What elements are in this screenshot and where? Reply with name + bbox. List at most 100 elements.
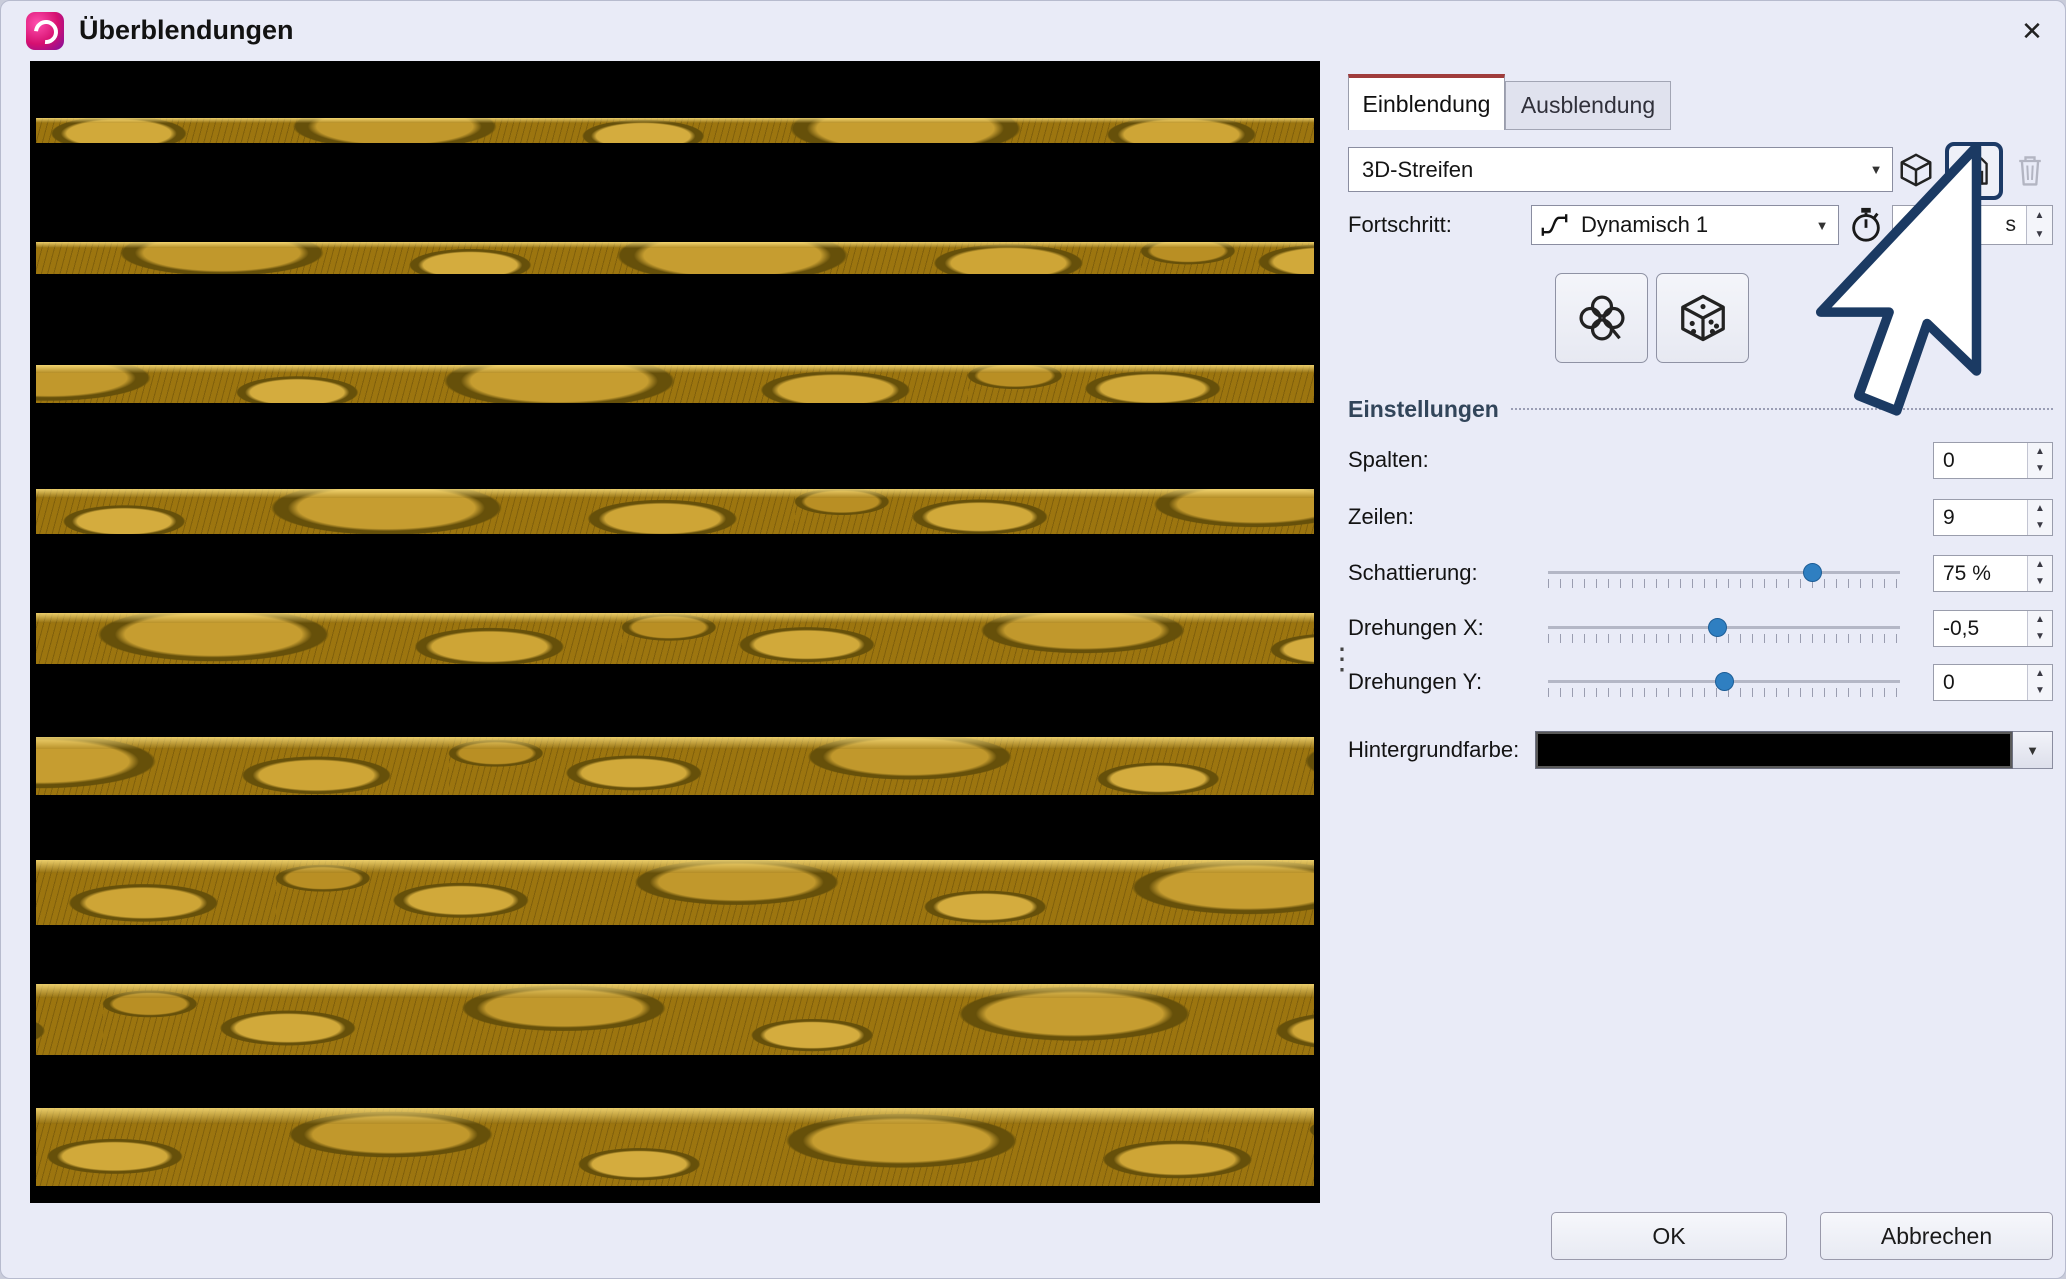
slider-handle[interactable] [1708,618,1727,637]
spin-down-button[interactable]: ▼ [2028,683,2052,701]
splitter-handle[interactable]: ⋮ [1327,649,1345,713]
close-button[interactable]: ✕ [2009,9,2055,53]
spinbox-value: 0 [1943,665,1955,700]
save-icon [1956,153,1992,189]
spinner-buttons: ▲ ▼ [2027,556,2052,591]
preview-stripe [36,365,1314,403]
spin-up-button[interactable]: ▲ [2028,665,2052,683]
preview-stripe [36,984,1314,1055]
tab-fade-out[interactable]: Ausblendung [1505,81,1671,130]
rows-spinbox[interactable]: 9 ▲ ▼ [1933,499,2053,536]
spin-down-button[interactable]: ▼ [2028,461,2052,479]
preview-stripe [36,613,1314,664]
background-color-swatch[interactable] [1535,731,2013,769]
delete-button[interactable] [2009,149,2051,191]
spin-up-button[interactable]: ▲ [2028,500,2052,518]
ok-button[interactable]: OK [1551,1212,1787,1260]
background-color-label: Hintergrundfarbe: [1348,730,1519,770]
cube-icon [1897,151,1935,189]
progress-curve-select[interactable]: Dynamisch 1 ▼ [1531,205,1839,245]
spinbox-value: -0,5 [1943,611,1979,646]
spinner-buttons: ▲ ▼ [2027,665,2052,700]
save-button[interactable] [1945,142,2003,200]
settings-row-rows: Zeilen: 9 ▲ ▼ [1348,497,2053,537]
slider-track [1548,571,1900,574]
tab-fade-in-label: Einblendung [1363,91,1491,118]
transition-preview [30,61,1320,1203]
chevron-down-icon: ▼ [2026,743,2039,758]
preview-stripe [36,860,1314,925]
preview-stripe [36,242,1314,274]
chevron-down-icon: ▼ [1860,162,1892,177]
duration-value: 1,5 [1903,206,1932,244]
window-title: Überblendungen [79,15,294,46]
transitions-dialog: Überblendungen ✕ ⋮ Einblendung Ausblendu… [0,0,2066,1279]
preview-stripe [36,489,1314,534]
background-color-picker: ▼ [1535,731,2053,769]
rotations-y-spinbox[interactable]: 0 ▲ ▼ [1933,664,2053,701]
tab-fade-in[interactable]: Einblendung [1348,74,1505,130]
preview-stripe [36,118,1314,143]
curve-icon [1541,214,1568,236]
spin-down-button[interactable]: ▼ [2028,629,2052,647]
spinner-buttons: ▲ ▼ [2027,611,2052,646]
transition-select-value: 3D-Streifen [1349,157,1860,183]
rotations-x-slider[interactable] [1548,608,1900,648]
transition-select[interactable]: 3D-Streifen ▼ [1348,147,1893,192]
spin-down-button[interactable]: ▼ [2028,518,2052,536]
spinner-buttons: ▲ ▼ [2026,206,2052,244]
slider-handle[interactable] [1803,563,1822,582]
slider-handle[interactable] [1715,672,1734,691]
settings-header-divider [1511,408,2053,410]
rotations-x-label: Drehungen X: [1348,608,1484,648]
settings-row-rotations-y: Drehungen Y: 0 ▲ ▼ [1348,662,2053,702]
settings-section-header: Einstellungen [1348,395,2053,423]
spinner-buttons: ▲ ▼ [2027,443,2052,478]
stopwatch-icon [1847,206,1885,244]
rotations-y-slider[interactable] [1548,662,1900,702]
chevron-down-icon: ▼ [1806,218,1838,233]
settings-header-label: Einstellungen [1348,396,1499,423]
spinbox-value: 75 % [1943,556,1991,591]
spin-up-button[interactable]: ▲ [2028,556,2052,574]
settings-row-rotations-x: Drehungen X: -0,5 ▲ ▼ [1348,608,2053,648]
lucky-clover-button[interactable] [1555,273,1648,363]
rotations-x-spinbox[interactable]: -0,5 ▲ ▼ [1933,610,2053,647]
settings-row-columns: Spalten: 0 ▲ ▼ [1348,440,2053,480]
shading-slider[interactable] [1548,553,1900,593]
settings-row-background-color: Hintergrundfarbe: ▼ [1348,730,2053,770]
duration-unit: s [2006,206,2017,244]
dice-icon [1676,291,1730,345]
transition-library-button[interactable] [1895,149,1937,191]
spin-down-button[interactable]: ▼ [2028,574,2052,592]
progress-curve-value: Dynamisch 1 [1568,212,1806,238]
slider-ticks [1548,579,1900,588]
rows-label: Zeilen: [1348,497,1414,537]
spinbox-value: 0 [1943,443,1955,478]
progress-label: Fortschritt: [1348,205,1452,245]
spin-up-button[interactable]: ▲ [2027,206,2052,225]
close-icon: ✕ [2021,16,2043,47]
rotations-y-label: Drehungen Y: [1348,662,1482,702]
spin-down-button[interactable]: ▼ [2027,225,2052,244]
duration-spinbox[interactable]: 1,5 s ▲ ▼ [1892,205,2053,245]
slider-ticks [1548,634,1900,643]
spin-up-button[interactable]: ▲ [2028,611,2052,629]
title-bar: Überblendungen ✕ [1,1,2065,61]
clover-icon [1575,291,1629,345]
random-dice-button[interactable] [1656,273,1749,363]
spin-up-button[interactable]: ▲ [2028,443,2052,461]
ok-button-label: OK [1652,1223,1685,1250]
columns-spinbox[interactable]: 0 ▲ ▼ [1933,442,2053,479]
background-color-dropdown-button[interactable]: ▼ [2013,731,2053,769]
shading-spinbox[interactable]: 75 % ▲ ▼ [1933,555,2053,592]
app-logo-icon [26,12,64,50]
tab-fade-out-label: Ausblendung [1521,92,1655,119]
spinbox-value: 9 [1943,500,1955,535]
preview-stripe [36,1108,1314,1186]
preview-stripe [36,737,1314,795]
settings-row-shading: Schattierung: 75 % ▲ ▼ [1348,553,2053,593]
cancel-button[interactable]: Abbrechen [1820,1212,2053,1260]
cancel-button-label: Abbrechen [1881,1223,1992,1250]
spinner-buttons: ▲ ▼ [2027,500,2052,535]
